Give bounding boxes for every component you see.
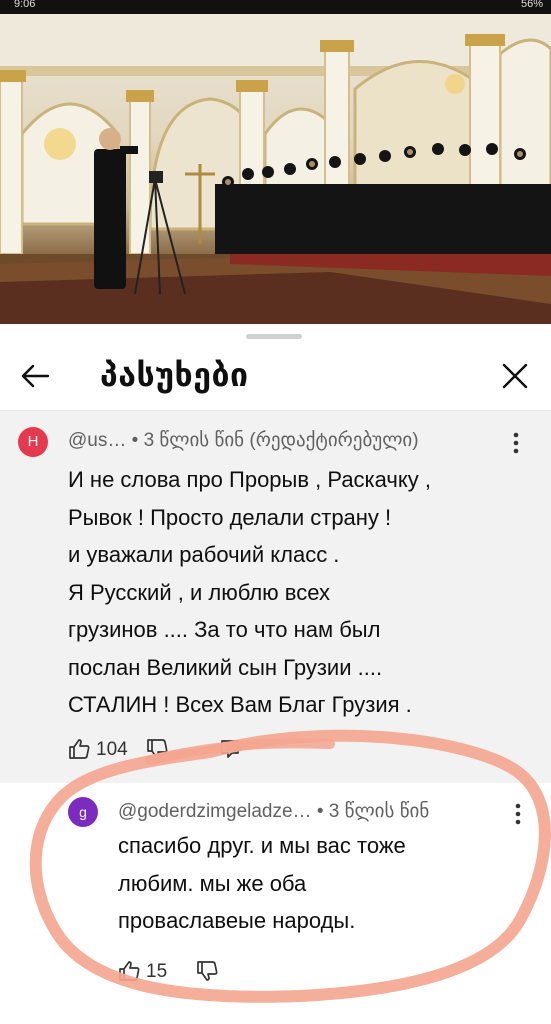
- replies-header: პასუხები: [0, 348, 551, 412]
- comment-line: послан Великий сын Грузии ....: [68, 654, 383, 680]
- status-time: 9:06: [14, 0, 36, 10]
- parent-comment: H @us… • 3 წლის წინ (რედაქტირებული) И не…: [0, 411, 551, 783]
- status-bar: 9:06 56%: [0, 0, 551, 14]
- dislike-button[interactable]: [196, 957, 226, 985]
- page-title: პასუხები: [100, 357, 249, 393]
- close-icon: [502, 363, 528, 389]
- more-vert-icon: [513, 432, 519, 454]
- arrow-left-icon: [21, 364, 50, 388]
- video-frame-image: [0, 14, 551, 324]
- like-count: 15: [146, 961, 168, 982]
- like-count: 104: [96, 739, 128, 760]
- comment-line: спасибо друг. и мы вас тоже: [118, 833, 406, 858]
- comment-author-meta[interactable]: @goderdzimgeladze… • 3 წლის წინ: [118, 800, 429, 823]
- reply-comment: g @goderdzimgeladze… • 3 წლის წინ спасиб…: [0, 783, 551, 1024]
- comment-line: грузинов .... За то что нам был: [68, 617, 381, 642]
- comment-line: провaславеыe народы.: [118, 908, 356, 933]
- drag-handle[interactable]: [246, 334, 302, 339]
- like-button[interactable]: 104: [68, 735, 136, 763]
- comment-line: любим. мы же оба: [118, 870, 307, 896]
- thumbs-down-icon: [197, 961, 218, 981]
- avatar[interactable]: g: [68, 797, 98, 827]
- comment-line: СТАЛИН ! Всех Вам Благ Грузия .: [68, 692, 412, 717]
- more-vert-icon: [515, 803, 521, 825]
- thumbs-up-icon: [69, 739, 90, 759]
- reply-button[interactable]: [218, 735, 248, 763]
- video-player[interactable]: [0, 14, 551, 324]
- comment-line: и уважали рабочий класс .: [68, 542, 340, 567]
- more-options-button[interactable]: [506, 799, 530, 829]
- comment-line: Рывок ! Просто делали страну !: [68, 504, 392, 530]
- comment-author-meta[interactable]: @us… • 3 წლის წინ (რედაქტირებული): [68, 429, 419, 452]
- comment-text: И не слова про Прорыв , Раскачку , Рывок…: [68, 461, 518, 724]
- comment-line: И не слова про Прорыв , Раскачку ,: [68, 467, 431, 492]
- thumbs-up-icon: [119, 961, 140, 981]
- thumbs-down-icon: [147, 739, 168, 759]
- like-button[interactable]: 15: [118, 957, 176, 985]
- dislike-button[interactable]: [146, 735, 176, 763]
- comment-reply-icon: [221, 740, 239, 758]
- back-button[interactable]: [18, 358, 54, 394]
- replies-panel: პასუხები H @us… • 3 წლის წინ (რედაქტირებ…: [0, 324, 551, 1024]
- close-button[interactable]: [497, 358, 533, 394]
- comment-line: Я Русский , и люблю всех: [68, 579, 330, 605]
- battery-percent: 56%: [520, 0, 543, 10]
- more-options-button[interactable]: [504, 428, 528, 458]
- avatar[interactable]: H: [18, 427, 48, 457]
- comment-text: спасибо друг. и мы вас тоже любим. мы же…: [118, 827, 516, 940]
